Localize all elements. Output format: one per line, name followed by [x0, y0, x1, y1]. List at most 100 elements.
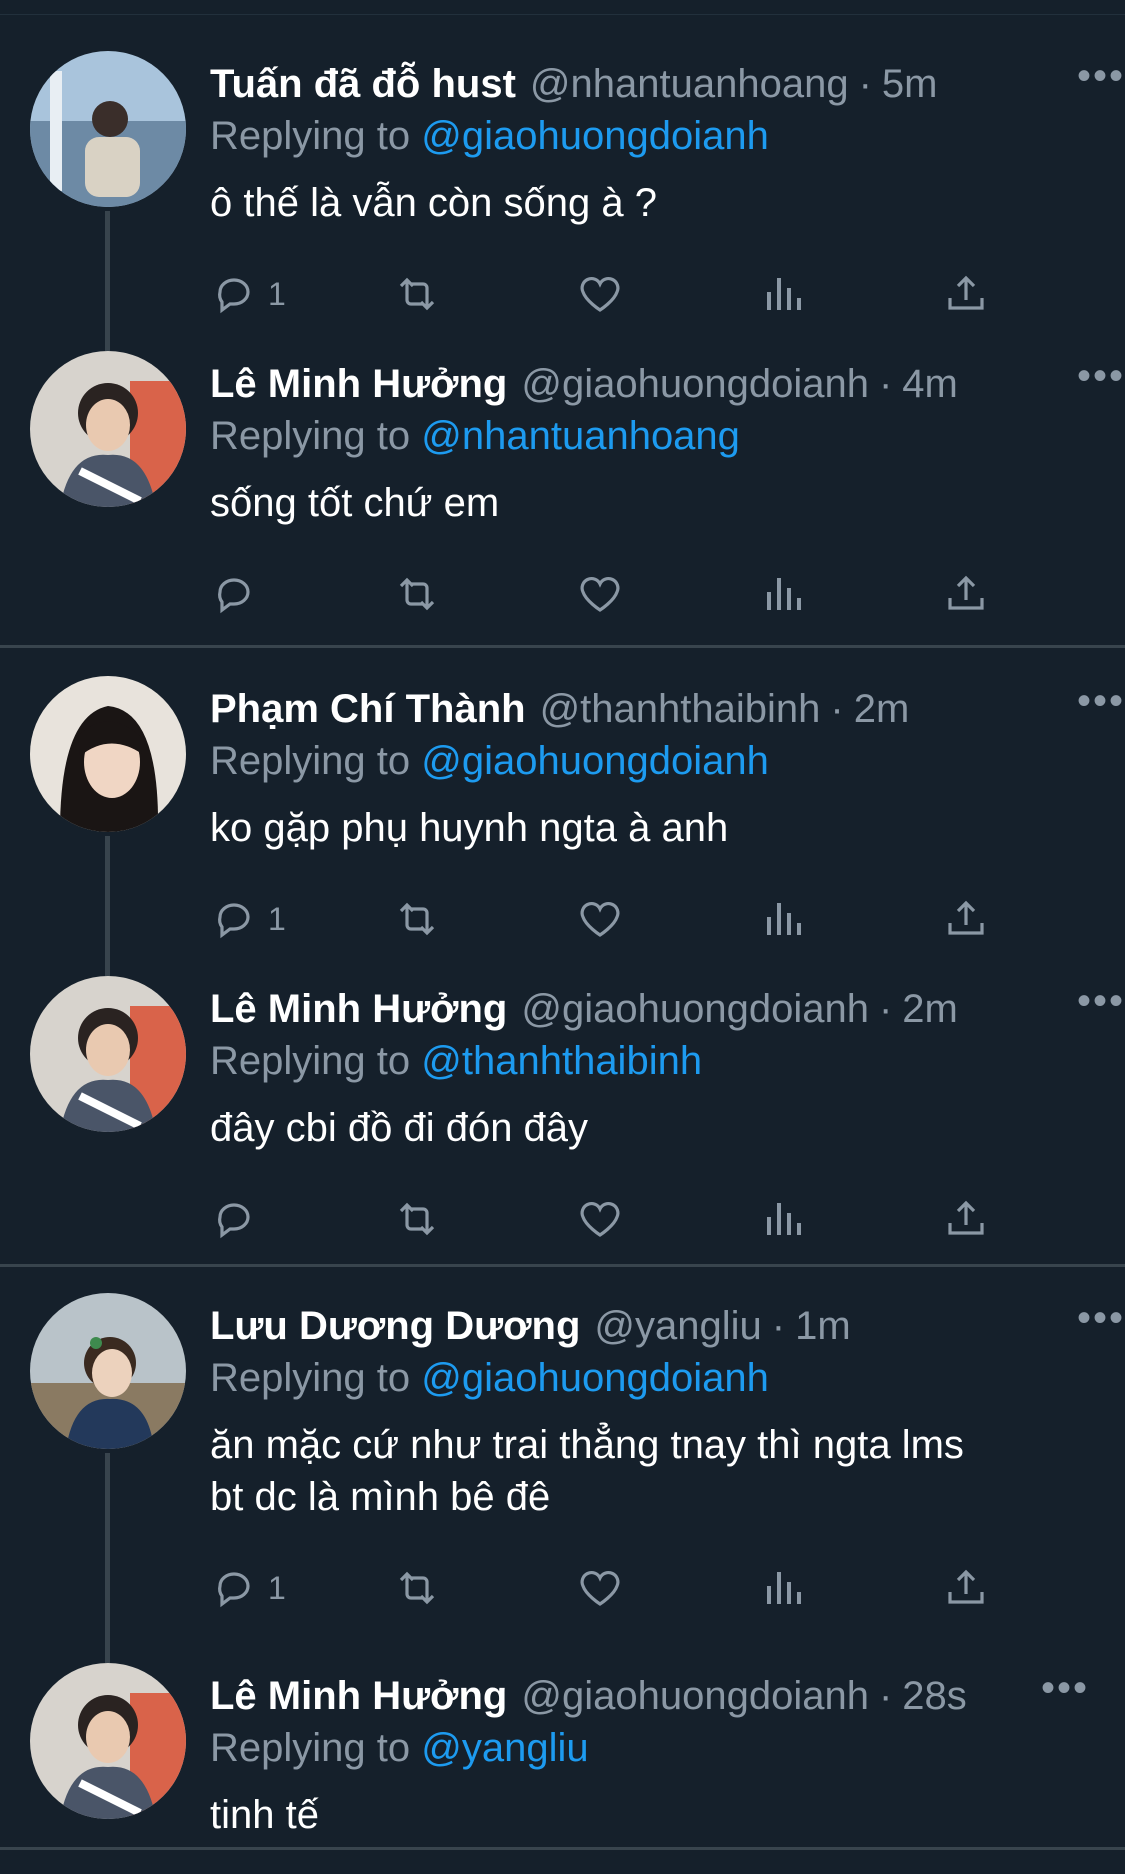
- action-bar: [210, 563, 1125, 625]
- like-button[interactable]: [576, 1564, 759, 1612]
- share-button[interactable]: [942, 1564, 1125, 1612]
- mention-link[interactable]: @yangliu: [421, 1726, 588, 1770]
- timestamp[interactable]: 28s: [902, 1671, 967, 1721]
- views-button[interactable]: [759, 1195, 942, 1243]
- views-button[interactable]: [759, 270, 942, 318]
- reply-icon: [218, 278, 250, 314]
- retweet-button[interactable]: [393, 1564, 576, 1612]
- replying-to-label: Replying to: [210, 114, 411, 158]
- reply-button[interactable]: [210, 1195, 393, 1243]
- share-button[interactable]: [942, 570, 1125, 618]
- heart-icon: [580, 1202, 620, 1237]
- retweet-icon: [399, 902, 435, 936]
- retweet-button[interactable]: [393, 895, 576, 943]
- more-options-icon[interactable]: •••: [1077, 981, 1125, 1021]
- display-name[interactable]: Lưu Dương Dương: [210, 1301, 580, 1351]
- more-options-icon[interactable]: •••: [1077, 681, 1125, 721]
- tweet[interactable]: Lê Minh Hưởng @giaohuongdoianh · 4m ••• …: [0, 315, 1125, 645]
- retweet-button[interactable]: [393, 1195, 576, 1243]
- user-handle[interactable]: @thanhthaibinh: [540, 684, 821, 734]
- reply-button[interactable]: 1: [210, 895, 393, 943]
- display-name[interactable]: Lê Minh Hưởng: [210, 359, 507, 409]
- like-button[interactable]: [576, 1195, 759, 1243]
- display-name[interactable]: Lê Minh Hưởng: [210, 984, 507, 1034]
- like-button[interactable]: [576, 570, 759, 618]
- mention-link[interactable]: @nhantuanhoang: [421, 414, 740, 458]
- avatar[interactable]: [30, 1293, 186, 1449]
- tweet-gutter: [0, 315, 210, 645]
- more-options-icon[interactable]: •••: [1077, 1298, 1125, 1338]
- display-name[interactable]: Phạm Chí Thành: [210, 684, 526, 734]
- more-options-icon[interactable]: •••: [1077, 356, 1125, 396]
- timestamp[interactable]: 5m: [882, 59, 938, 109]
- like-button[interactable]: [576, 895, 759, 943]
- mention-link[interactable]: @giaohuongdoianh: [421, 1356, 769, 1400]
- separator-dot: ·: [771, 1304, 786, 1348]
- replying-to-label: Replying to: [210, 414, 411, 458]
- analytics-icon: [767, 1203, 801, 1235]
- tweet-text: đây cbi đồ đi đón đây: [210, 1106, 589, 1150]
- avatar[interactable]: [30, 51, 186, 207]
- top-divider: [0, 0, 1125, 15]
- tweet[interactable]: Lê Minh Hưởng @giaohuongdoianh · 28s •••…: [0, 1627, 1125, 1847]
- share-button[interactable]: [942, 895, 1125, 943]
- user-handle[interactable]: @nhantuanhoang: [530, 59, 849, 109]
- mention-link[interactable]: @thanhthaibinh: [421, 1039, 702, 1083]
- thread-line: [105, 1627, 110, 1663]
- reply-button[interactable]: [210, 570, 393, 618]
- timestamp[interactable]: 1m: [795, 1301, 851, 1351]
- reply-button[interactable]: 1: [210, 1564, 393, 1612]
- retweet-icon: [399, 1202, 435, 1236]
- heart-icon: [580, 902, 620, 937]
- replying-to-label: Replying to: [210, 1356, 411, 1400]
- tweet-gutter: [0, 648, 210, 940]
- more-options-icon[interactable]: •••: [1077, 56, 1125, 96]
- tweet-body: Lưu Dương Dương @yangliu · 1m ••• Replyi…: [210, 1267, 1125, 1627]
- thread: Tuấn đã đỗ hust @nhantuanhoang · 5m ••• …: [0, 15, 1125, 648]
- user-handle[interactable]: @yangliu: [594, 1301, 761, 1351]
- thread: Lưu Dương Dương @yangliu · 1m ••• Replyi…: [0, 1267, 1125, 1850]
- heart-icon: [580, 1571, 620, 1606]
- tweet-header: Phạm Chí Thành @thanhthaibinh · 2m •••: [210, 681, 1125, 734]
- tweet[interactable]: Lê Minh Hưởng @giaohuongdoianh · 2m ••• …: [0, 940, 1125, 1264]
- views-button[interactable]: [759, 895, 942, 943]
- tweet[interactable]: Lưu Dương Dương @yangliu · 1m ••• Replyi…: [0, 1267, 1125, 1627]
- separator-dot: ·: [878, 1674, 893, 1718]
- heart-icon: [580, 277, 620, 312]
- tweet-header: Lê Minh Hưởng @giaohuongdoianh · 4m •••: [210, 356, 1125, 409]
- replying-to-label: Replying to: [210, 1039, 411, 1083]
- tweet-text: sống tốt chứ em: [210, 481, 500, 525]
- more-options-icon[interactable]: •••: [1041, 1668, 1089, 1708]
- retweet-button[interactable]: [393, 270, 576, 318]
- views-button[interactable]: [759, 570, 942, 618]
- user-handle[interactable]: @giaohuongdoianh: [521, 359, 869, 409]
- user-handle[interactable]: @giaohuongdoianh: [521, 1671, 869, 1721]
- avatar[interactable]: [30, 1663, 186, 1819]
- separator-dot: ·: [878, 987, 893, 1031]
- share-icon: [948, 1200, 984, 1235]
- analytics-icon: [767, 578, 801, 610]
- reply-button[interactable]: 1: [210, 270, 393, 318]
- avatar[interactable]: [30, 676, 186, 832]
- share-button[interactable]: [942, 270, 1125, 318]
- tweet-gutter: [0, 15, 210, 315]
- display-name[interactable]: Tuấn đã đỗ hust: [210, 59, 516, 109]
- like-button[interactable]: [576, 270, 759, 318]
- tweet[interactable]: Tuấn đã đỗ hust @nhantuanhoang · 5m ••• …: [0, 15, 1125, 315]
- mention-link[interactable]: @giaohuongdoianh: [421, 739, 769, 783]
- display-name[interactable]: Lê Minh Hưởng: [210, 1671, 507, 1721]
- separator-dot: ·: [830, 687, 844, 731]
- avatar[interactable]: [30, 351, 186, 507]
- share-button[interactable]: [942, 1195, 1125, 1243]
- timestamp[interactable]: 2m: [854, 684, 910, 734]
- avatar[interactable]: [30, 976, 186, 1132]
- tweet-header: Lê Minh Hưởng @giaohuongdoianh · 2m •••: [210, 981, 1125, 1034]
- timestamp[interactable]: 4m: [902, 359, 958, 409]
- retweet-icon: [399, 1571, 435, 1605]
- timestamp[interactable]: 2m: [902, 984, 958, 1034]
- retweet-button[interactable]: [393, 570, 576, 618]
- user-handle[interactable]: @giaohuongdoianh: [521, 984, 869, 1034]
- views-button[interactable]: [759, 1564, 942, 1612]
- tweet[interactable]: Phạm Chí Thành @thanhthaibinh · 2m ••• R…: [0, 648, 1125, 940]
- mention-link[interactable]: @giaohuongdoianh: [421, 114, 769, 158]
